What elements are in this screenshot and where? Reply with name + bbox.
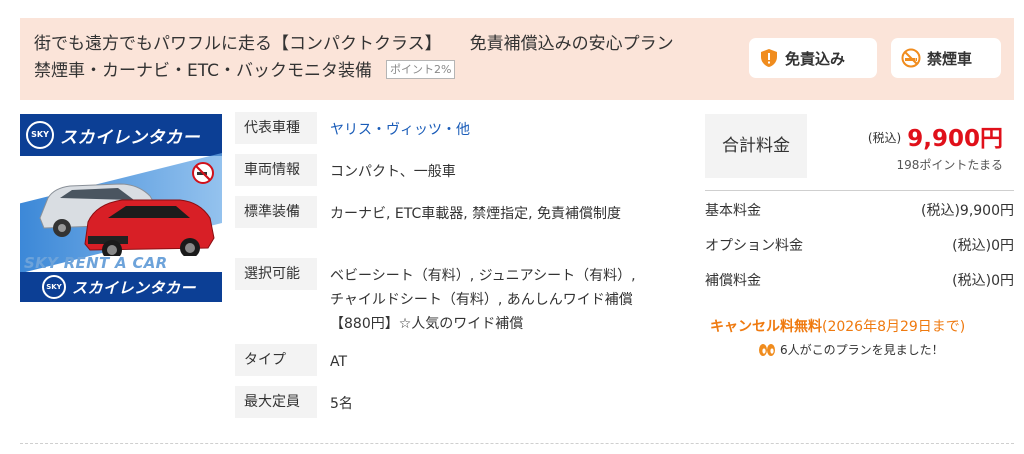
detail-label: タイプ bbox=[235, 344, 317, 376]
free-cancellation-label: キャンセル料無料 bbox=[710, 319, 822, 335]
price-row-value: (税込)9,900円 bbox=[920, 203, 1014, 219]
total-price-label: 合計料金 bbox=[705, 114, 807, 178]
plan-header: 街でも遠方でもパワフルに走る【コンパクトクラス】 免責補償込みの安心プラン 禁煙車… bbox=[20, 18, 1014, 100]
plan-title-line1-b: 免責補償込みの安心プラン bbox=[469, 34, 674, 54]
detail-value: AT bbox=[330, 354, 348, 370]
sky-logo-icon: SKY bbox=[42, 275, 66, 299]
plan-title: 街でも遠方でもパワフルに走る【コンパクトクラス】 免責補償込みの安心プラン 禁煙車… bbox=[34, 31, 674, 85]
car-photo-bottom-banner: SKY スカイレンタカー bbox=[20, 272, 222, 302]
detail-label: 標準装備 bbox=[235, 196, 317, 228]
insurance-included-tag: 免責込み bbox=[749, 38, 877, 78]
representative-model-link[interactable]: ヤリス・ヴィッツ・他 bbox=[330, 118, 655, 142]
free-cancellation-deadline: (2026年8月29日まで) bbox=[822, 319, 966, 335]
car-photo-watermark: SKY RENT A CAR bbox=[24, 254, 168, 272]
detail-value: カーナビ, ETC車載器, 禁煙指定, 免責補償制度 bbox=[330, 206, 622, 222]
price-divider bbox=[705, 190, 1014, 191]
no-smoking-icon bbox=[901, 48, 921, 68]
non-smoking-tag: 禁煙車 bbox=[891, 38, 1001, 78]
price-row-value: (税込)0円 bbox=[952, 238, 1014, 254]
viewer-count: 6人がこのプランを見ました！ bbox=[758, 341, 944, 358]
detail-label: 選択可能 bbox=[235, 258, 317, 290]
price-row-insurance: 補償料金 (税込)0円 bbox=[705, 270, 1014, 292]
section-divider bbox=[20, 443, 1014, 444]
price-row-label: 補償料金 bbox=[705, 273, 761, 289]
detail-label: 代表車種 bbox=[235, 112, 317, 144]
price-row-label: 基本料金 bbox=[705, 203, 761, 219]
tax-included-label: (税込) bbox=[867, 131, 902, 145]
free-cancellation-notice: キャンセル料無料(2026年8月29日まで) bbox=[710, 316, 965, 336]
car-illustration bbox=[39, 183, 215, 256]
non-smoking-label: 禁煙車 bbox=[927, 49, 973, 68]
price-row-label: オプション料金 bbox=[705, 238, 803, 254]
price-row-options: オプション料金 (税込)0円 bbox=[705, 235, 1014, 257]
total-price-amount: 9,900円 bbox=[907, 126, 1003, 152]
sky-logo-icon: SKY bbox=[26, 121, 54, 149]
car-photo-top-banner: SKY スカイレンタカー bbox=[20, 114, 222, 156]
car-photo-brand-bottom: スカイレンタカー bbox=[72, 279, 197, 297]
detail-label: 車両情報 bbox=[235, 154, 317, 186]
detail-value: ベビーシート（有料）, ジュニアシート（有料）, チャイルドシート（有料）, あ… bbox=[330, 268, 636, 332]
points-earned: 198ポイントたまる bbox=[896, 158, 1003, 172]
detail-value: コンパクト、一般車 bbox=[330, 164, 456, 180]
price-row-value: (税込)0円 bbox=[952, 273, 1014, 289]
car-photo-brand: スカイレンタカー bbox=[60, 128, 200, 148]
total-price: (税込) 9,900円 bbox=[868, 119, 1003, 153]
plan-title-line1-a: 街でも遠方でもパワフルに走る【コンパクトクラス】 bbox=[34, 34, 442, 54]
eyes-icon bbox=[759, 343, 775, 356]
plan-title-line2: 禁煙車・カーナビ・ETC・バックモニタ装備 bbox=[34, 61, 372, 81]
detail-value: 5名 bbox=[330, 396, 353, 412]
point-rate-badge: ポイント2% bbox=[386, 60, 456, 79]
shield-icon bbox=[761, 49, 777, 67]
insurance-included-label: 免責込み bbox=[785, 49, 846, 68]
price-row-base: 基本料金 (税込)9,900円 bbox=[705, 200, 1014, 222]
viewer-count-text: 6人がこのプランを見ました！ bbox=[780, 343, 944, 357]
car-photo[interactable]: SKY スカイレンタカー SKY RENT A CAR SKY スカイレンタカー bbox=[20, 114, 222, 302]
detail-label: 最大定員 bbox=[235, 386, 317, 418]
